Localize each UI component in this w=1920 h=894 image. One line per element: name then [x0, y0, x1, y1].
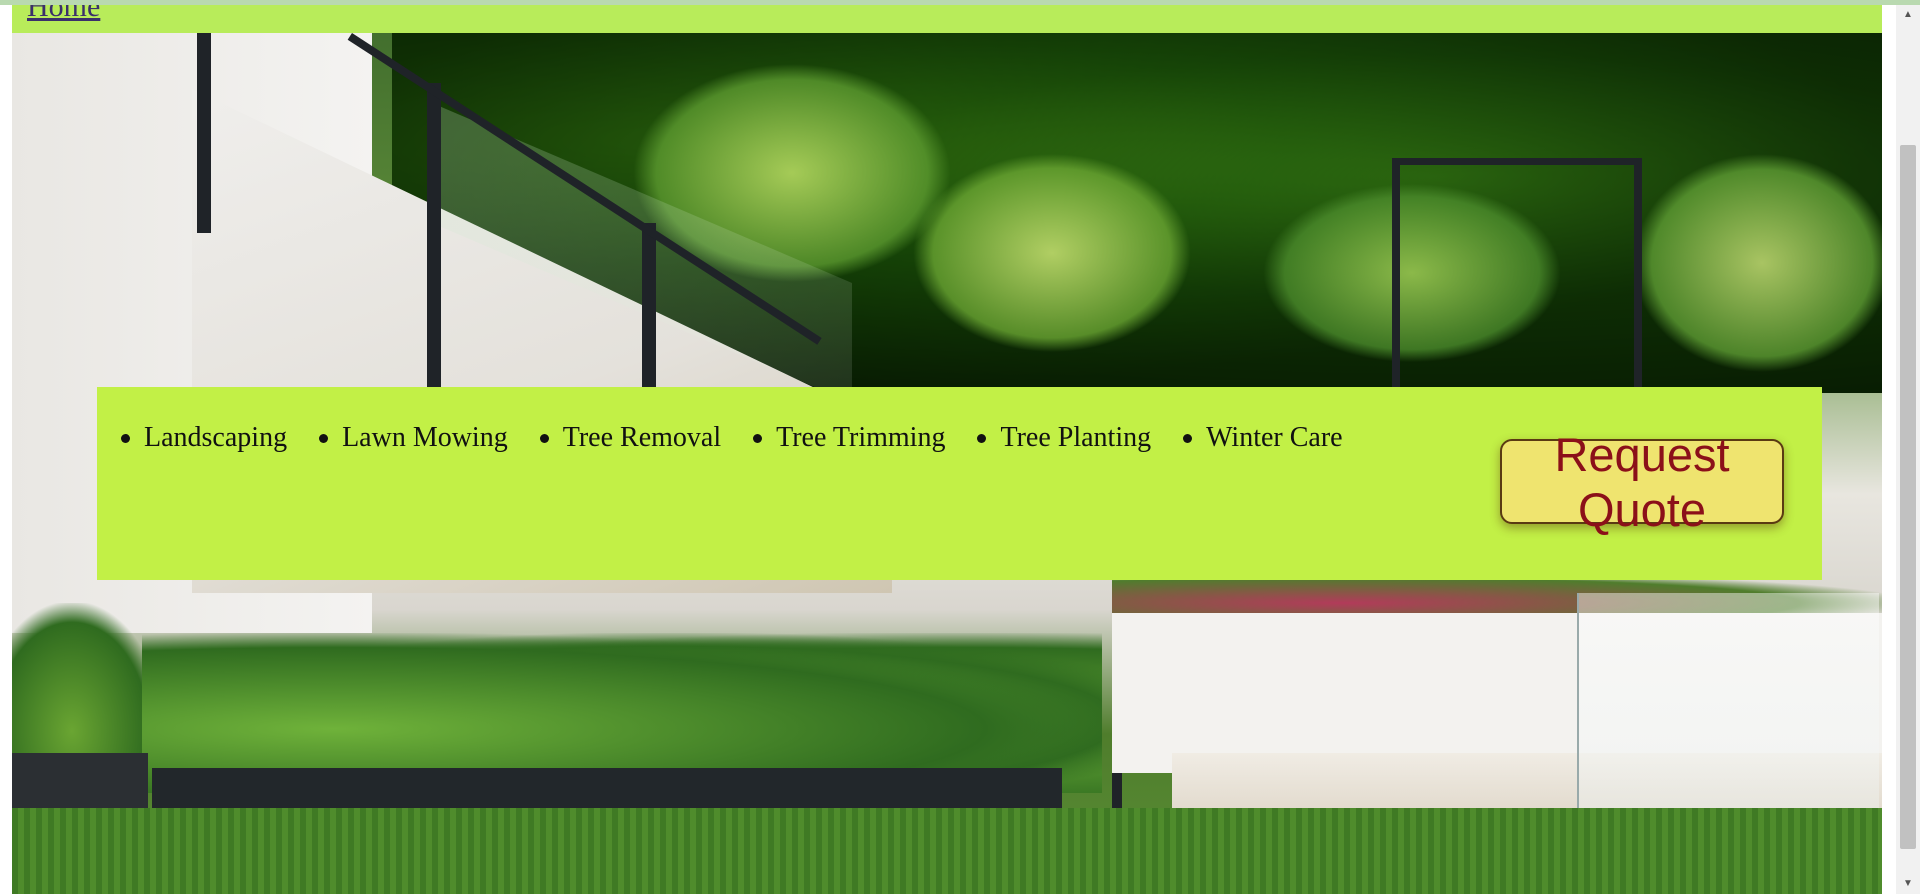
scene-fern: [1632, 153, 1882, 373]
service-label: Landscaping: [144, 422, 288, 453]
service-item-tree-trimming: Tree Trimming: [743, 422, 945, 454]
bullet-icon: [121, 433, 130, 443]
bullet-icon: [1183, 433, 1193, 443]
scene-railing-post: [642, 223, 656, 403]
service-item-landscaping: Landscaping: [111, 422, 287, 454]
bullet-icon: [539, 433, 549, 443]
service-item-tree-removal: Tree Removal: [530, 422, 721, 454]
service-label: Winter Care: [1206, 422, 1343, 453]
service-label: Lawn Mowing: [342, 422, 508, 453]
bullet-icon: [753, 433, 763, 443]
service-label: Tree Trimming: [776, 422, 946, 453]
service-item-lawn-mowing: Lawn Mowing: [309, 422, 508, 454]
scene-fence-rail: [1392, 158, 1642, 165]
chevron-up-icon[interactable]: ▲: [1896, 5, 1920, 25]
request-quote-button[interactable]: Request Quote: [1500, 428, 1784, 536]
scene-lawn: [12, 808, 1882, 894]
scene-fence-post: [1392, 158, 1400, 398]
chevron-down-icon[interactable]: ▼: [1896, 874, 1920, 894]
scene-pot-plant: [12, 603, 162, 763]
page-frame: Home Landscaping Lawn Mowing Tree Remova…: [12, 5, 1882, 894]
service-item-winter-care: Winter Care: [1173, 422, 1343, 454]
service-label: Tree Planting: [1000, 422, 1152, 453]
service-item-tree-planting: Tree Planting: [967, 422, 1151, 454]
home-link[interactable]: Home: [27, 5, 100, 22]
bullet-icon: [319, 433, 329, 443]
scene-railing-post: [427, 83, 441, 393]
scene-railing-post: [197, 33, 211, 233]
service-label: Tree Removal: [562, 422, 722, 453]
scene-fence-post: [1634, 158, 1642, 398]
header-bar: Home: [12, 5, 1882, 33]
scene-fern: [912, 153, 1192, 353]
scene-fern: [1262, 183, 1562, 363]
vertical-scrollbar[interactable]: ▲ ▼: [1896, 5, 1920, 894]
services-panel: Landscaping Lawn Mowing Tree Removal Tre…: [97, 387, 1822, 580]
services-list: Landscaping Lawn Mowing Tree Removal Tre…: [111, 422, 1343, 454]
scrollbar-thumb[interactable]: [1900, 145, 1916, 849]
bullet-icon: [977, 433, 987, 443]
